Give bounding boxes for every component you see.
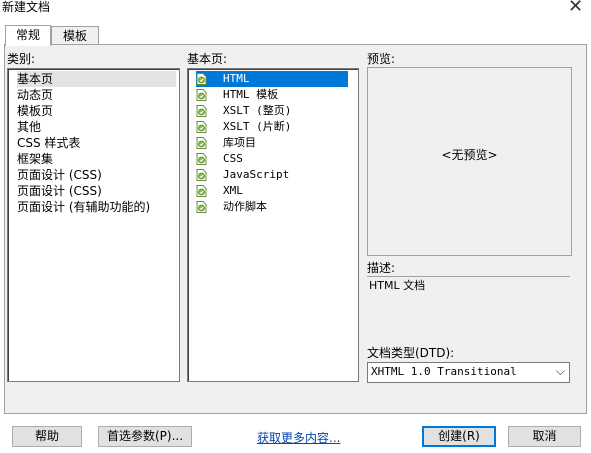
- get-more-content-link[interactable]: 获取更多内容...: [257, 429, 340, 446]
- category-item[interactable]: 基本页: [17, 71, 176, 87]
- category-item[interactable]: 动态页: [17, 87, 53, 103]
- page-type-item[interactable]: 动作脚本: [196, 199, 348, 215]
- tab-general[interactable]: 常规: [5, 25, 51, 46]
- preview-label: 预览:: [367, 52, 396, 66]
- page-type-label: XSLT (片断): [223, 120, 292, 133]
- page-type-label: CSS: [223, 152, 243, 165]
- category-item[interactable]: 其他: [17, 119, 41, 135]
- window-title: 新建文档: [2, 0, 51, 14]
- preview-pane: <无预览>: [367, 67, 572, 256]
- page-type-label: JavaScript: [223, 168, 290, 181]
- preferences-button[interactable]: 首选参数(P)...: [98, 426, 192, 447]
- description-label: 描述:: [367, 261, 396, 275]
- close-icon[interactable]: ✕: [568, 0, 583, 17]
- cancel-button[interactable]: 取消: [508, 426, 581, 447]
- document-icon: [196, 201, 207, 213]
- preview-text: <无预览>: [441, 148, 498, 162]
- page-type-label: 动作脚本: [223, 200, 267, 213]
- document-icon: [196, 137, 207, 149]
- category-item[interactable]: 模板页: [17, 103, 53, 119]
- category-item[interactable]: 页面设计 (有辅助功能的): [17, 199, 150, 215]
- document-icon: [196, 169, 207, 181]
- category-item[interactable]: 框架集: [17, 151, 53, 167]
- page-type-label: 库项目: [223, 136, 256, 149]
- page-type-label: XML: [223, 184, 243, 197]
- document-icon: [196, 73, 207, 85]
- page-type-item[interactable]: XML: [196, 183, 348, 199]
- category-item[interactable]: CSS 样式表: [17, 135, 80, 151]
- chevron-down-icon: ⌵: [555, 364, 565, 378]
- page-type-label: XSLT (整页): [223, 104, 292, 117]
- page-type-item[interactable]: HTML: [196, 71, 348, 87]
- category-item[interactable]: 页面设计 (CSS): [17, 183, 102, 199]
- doctype-label: 文档类型(DTD):: [367, 346, 455, 360]
- page-type-item[interactable]: XSLT (整页): [196, 103, 348, 119]
- document-icon: [196, 121, 207, 133]
- page-type-item[interactable]: HTML 模板: [196, 87, 348, 103]
- basic-page-list[interactable]: HTML HTML 模板 XSLT (整页) XSLT (片断) 库项目 CSS JavaS…: [187, 68, 359, 382]
- page-type-label: HTML 模板: [223, 88, 279, 101]
- category-label: 类别:: [7, 52, 36, 66]
- page-type-item[interactable]: 库项目: [196, 135, 348, 151]
- document-icon: [196, 153, 207, 165]
- help-button[interactable]: 帮助: [12, 426, 82, 447]
- document-icon: [196, 185, 207, 197]
- page-type-item[interactable]: JavaScript: [196, 167, 348, 183]
- doctype-select[interactable]: XHTML 1.0 Transitional ⌵: [367, 362, 570, 383]
- description-text: HTML 文档: [369, 279, 426, 292]
- doctype-value: XHTML 1.0 Transitional: [371, 365, 517, 378]
- description-box: HTML 文档: [367, 277, 570, 335]
- page-type-item[interactable]: CSS: [196, 151, 348, 167]
- basic-page-label: 基本页:: [187, 52, 228, 66]
- page-type-item[interactable]: XSLT (片断): [196, 119, 348, 135]
- create-button[interactable]: 创建(R): [422, 426, 496, 447]
- category-list[interactable]: 基本页 动态页 模板页 其他 CSS 样式表 框架集 页面设计 (CSS) 页面设计 (CSS…: [7, 68, 180, 382]
- tab-templates[interactable]: 模板: [51, 26, 99, 45]
- document-icon: [196, 105, 207, 117]
- document-icon: [196, 89, 207, 101]
- page-type-label: HTML: [223, 72, 250, 85]
- category-item[interactable]: 页面设计 (CSS): [17, 167, 102, 183]
